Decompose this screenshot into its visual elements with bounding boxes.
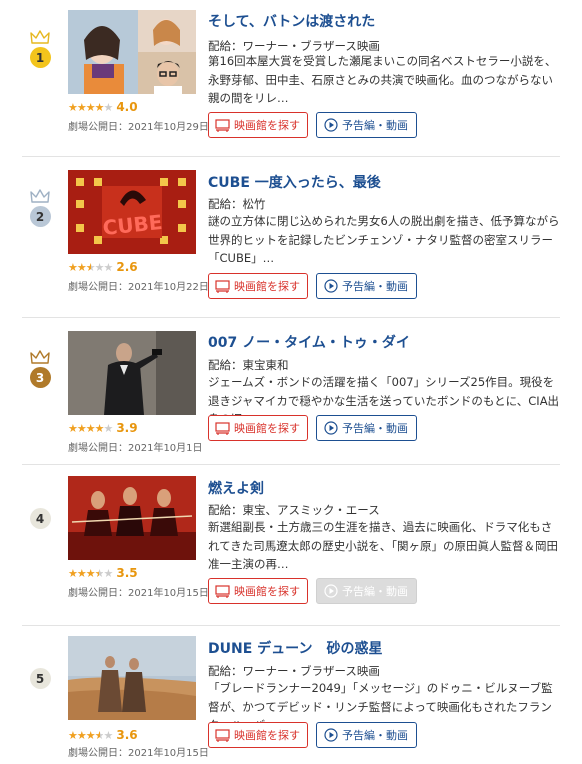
- play-icon: [324, 118, 338, 132]
- rating-score: 3.6: [116, 728, 138, 742]
- movie-description: 謎の立方体に閉じ込められた男女6人の脱出劇を描き、低予算ながら世界的ヒットを記録…: [208, 214, 560, 265]
- rank-indicator: 3: [26, 350, 54, 388]
- trailer-label: 予告編・動画: [342, 422, 408, 435]
- trailer-label: 予告編・動画: [342, 119, 408, 132]
- rating: ★★★★★ 4.0: [68, 100, 138, 114]
- ranking-list: 1 ★★★★★ 4.0 劇場公開日：2021年10月29日 そして、バトンは渡さ…: [0, 0, 582, 764]
- movie-title[interactable]: 燃えよ剣: [208, 478, 264, 498]
- release-date: 劇場公開日：2021年10月15日: [68, 748, 209, 759]
- play-icon: [324, 584, 338, 598]
- find-theater-label: 映画館を探す: [234, 729, 300, 742]
- rank-badge: 4: [29, 508, 51, 529]
- rating: ★★★★★ 3.6: [68, 728, 138, 742]
- trailer-label: 予告編・動画: [342, 729, 408, 742]
- trailer-button[interactable]: 予告編・動画: [316, 273, 417, 299]
- trailer-button-disabled: 予告編・動画: [316, 578, 417, 604]
- play-icon: [324, 728, 338, 742]
- play-icon: [324, 421, 338, 435]
- rating-stars: ★★★★★: [68, 260, 113, 274]
- rank-indicator: 2: [26, 189, 54, 227]
- movie-title[interactable]: そして、バトンは渡された: [208, 11, 375, 31]
- release-date: 劇場公開日：2021年10月22日: [68, 282, 209, 293]
- find-theater-button[interactable]: 映画館を探す: [208, 722, 308, 748]
- movie-thumbnail[interactable]: CUBE: [68, 170, 196, 254]
- rank-indicator: 4: [26, 508, 54, 529]
- rating: ★★★★★ 3.9: [68, 421, 138, 435]
- movie-description: 新選組副長・土方歳三の生涯を描き、過去に映画化、ドラマ化もされてきた司馬遼太郎の…: [208, 520, 559, 571]
- distributor: 配給：松竹: [208, 197, 266, 211]
- movie-description: 第16回本屋大賞を受賞した瀬尾まいこの同名ベストセラー小説を、永野芽郁、田中圭、…: [208, 54, 557, 105]
- find-theater-button[interactable]: 映画館を探す: [208, 415, 308, 441]
- movie-title[interactable]: CUBE 一度入ったら、最後: [208, 172, 381, 192]
- find-theater-label: 映画館を探す: [234, 119, 300, 132]
- theater-icon: [215, 421, 230, 435]
- rank-indicator: 5: [26, 668, 54, 689]
- find-theater-button[interactable]: 映画館を探す: [208, 273, 308, 299]
- trailer-button[interactable]: 予告編・動画: [316, 415, 417, 441]
- list-item: 1 ★★★★★ 4.0 劇場公開日：2021年10月29日 そして、バトンは渡さ…: [0, 0, 582, 156]
- theater-icon: [215, 118, 230, 132]
- rank-badge: 2: [29, 206, 51, 227]
- movie-thumbnail[interactable]: [68, 636, 196, 720]
- release-date: 劇場公開日：2021年10月1日: [68, 443, 203, 454]
- list-item: 5 ★★★★★ 3.6 劇場公開日：2021年10月15日 DUNE デューン …: [0, 626, 582, 764]
- theater-icon: [215, 279, 230, 293]
- movie-thumbnail[interactable]: [68, 476, 196, 560]
- find-theater-label: 映画館を探す: [234, 280, 300, 293]
- rank-badge: 3: [29, 367, 51, 388]
- list-item: 3 ★★★★★ 3.9 劇場公開日：2021年10月1日 007 ノー・タイム・…: [0, 318, 582, 464]
- trailer-button[interactable]: 予告編・動画: [316, 112, 417, 138]
- crown-icon: [30, 350, 50, 364]
- trailer-label: 予告編・動画: [342, 585, 408, 598]
- trailer-button[interactable]: 予告編・動画: [316, 722, 417, 748]
- release-date: 劇場公開日：2021年10月15日: [68, 588, 209, 599]
- rank-badge: 5: [29, 668, 51, 689]
- distributor: 配給：東宝、アスミック・エース: [208, 503, 380, 517]
- distributor: 配給：東宝東和: [208, 358, 289, 372]
- theater-icon: [215, 728, 230, 742]
- rank-indicator: 1: [26, 30, 54, 68]
- rating-score: 4.0: [116, 100, 138, 114]
- find-theater-button[interactable]: 映画館を探す: [208, 578, 308, 604]
- find-theater-label: 映画館を探す: [234, 422, 300, 435]
- movie-title[interactable]: DUNE デューン 砂の惑星: [208, 638, 382, 658]
- rating-stars: ★★★★★: [68, 728, 113, 742]
- rating-stars: ★★★★★: [68, 421, 113, 435]
- movie-thumbnail[interactable]: [68, 10, 196, 94]
- rating-score: 3.9: [116, 421, 138, 435]
- trailer-label: 予告編・動画: [342, 280, 408, 293]
- rating: ★★★★★ 2.6: [68, 260, 138, 274]
- crown-icon: [30, 189, 50, 203]
- list-item: 4 ★★★★★ 3.5 劇場公開日：2021年10月15日 燃えよ剣 配給：東宝…: [0, 465, 582, 625]
- movie-title[interactable]: 007 ノー・タイム・トゥ・ダイ: [208, 332, 410, 352]
- find-theater-label: 映画館を探す: [234, 585, 300, 598]
- movie-thumbnail[interactable]: [68, 331, 196, 415]
- distributor: 配給：ワーナー・ブラザース映画: [208, 664, 380, 678]
- crown-icon: [30, 30, 50, 44]
- rating-score: 3.5: [116, 566, 138, 580]
- rating-stars: ★★★★★: [68, 100, 113, 114]
- release-date: 劇場公開日：2021年10月29日: [68, 122, 209, 133]
- theater-icon: [215, 584, 230, 598]
- rating: ★★★★★ 3.5: [68, 566, 138, 580]
- rank-badge: 1: [29, 47, 51, 68]
- rating-stars: ★★★★★: [68, 566, 113, 580]
- rating-score: 2.6: [116, 260, 138, 274]
- find-theater-button[interactable]: 映画館を探す: [208, 112, 308, 138]
- play-icon: [324, 279, 338, 293]
- list-item: 2 CUBE ★★★★★ 2.6 劇場公開日：2021年10月22日 CUBE …: [0, 157, 582, 317]
